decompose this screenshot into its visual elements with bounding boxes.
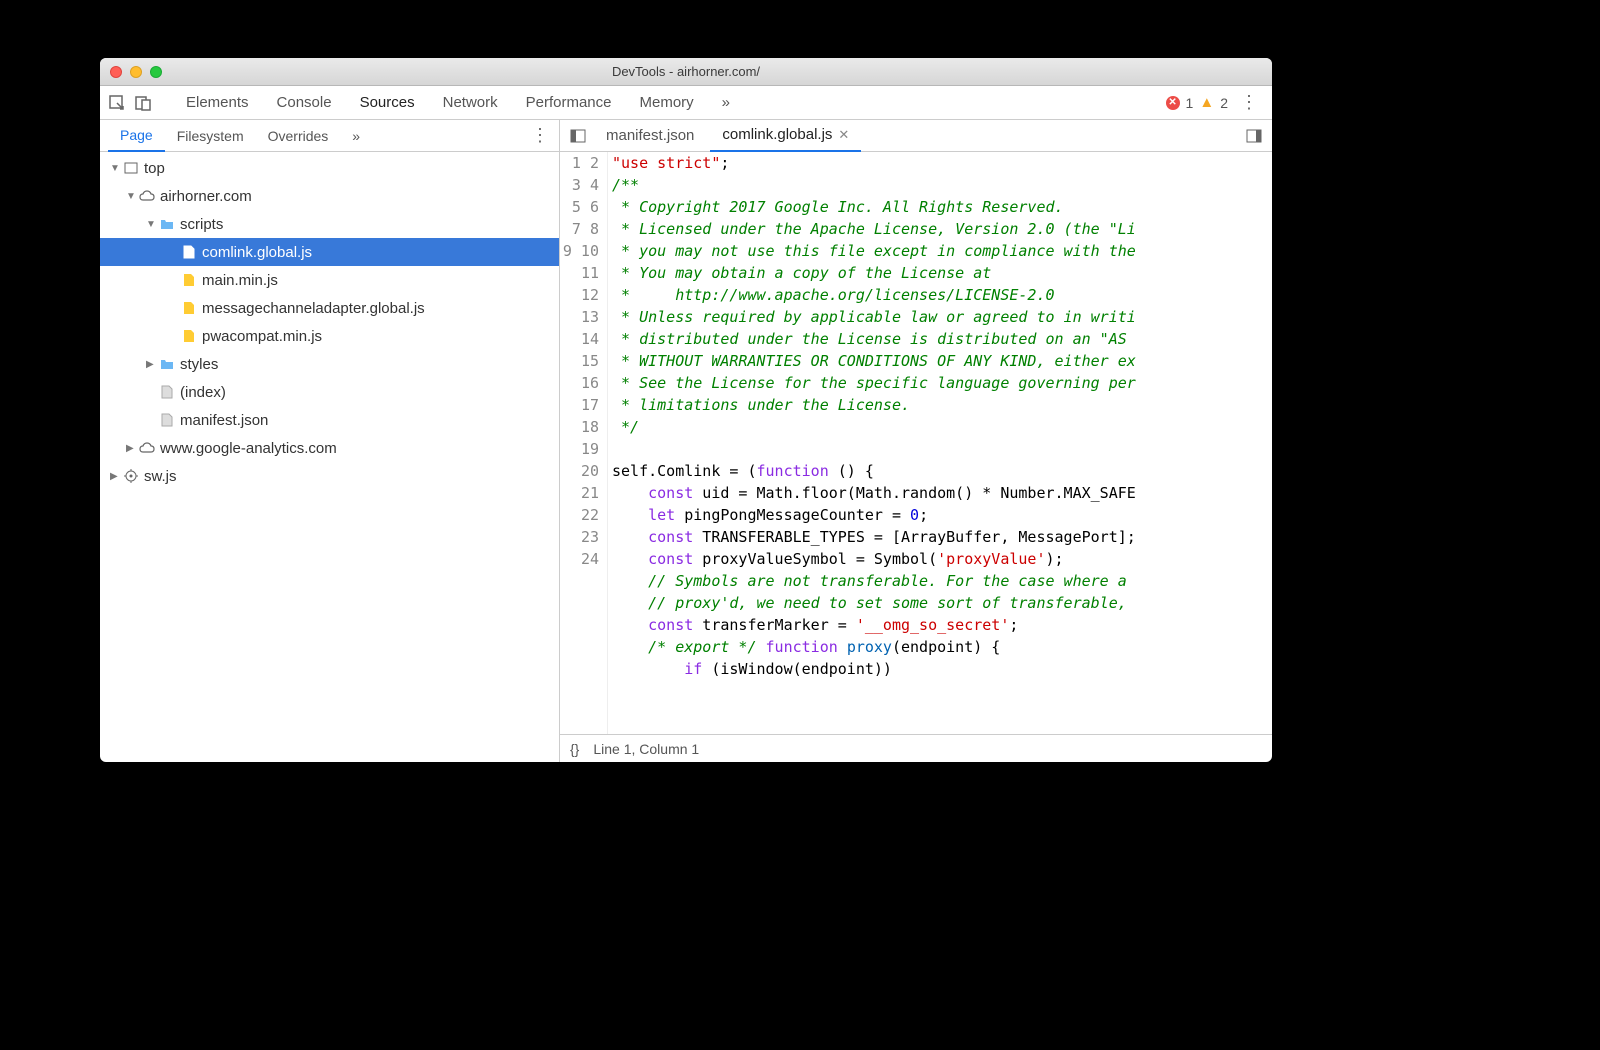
traffic-lights xyxy=(100,66,162,78)
sidebar-tabs: Page Filesystem Overrides » ⋮ xyxy=(100,120,559,152)
tab-sources[interactable]: Sources xyxy=(346,86,429,120)
tree-label: styles xyxy=(180,356,218,373)
zoom-button[interactable] xyxy=(150,66,162,78)
tree-label: manifest.json xyxy=(180,412,268,429)
folder-icon xyxy=(158,358,176,370)
file-tree: ▼top ▼airhorner.com ▼scripts comlink.glo… xyxy=(100,152,559,762)
tree-top[interactable]: ▼top xyxy=(100,154,559,182)
warning-count[interactable]: 2 xyxy=(1220,95,1228,111)
editor-tab-comlink[interactable]: comlink.global.js ✕ xyxy=(710,120,861,152)
tree-label: www.google-analytics.com xyxy=(160,440,337,457)
sidebar-tab-more[interactable]: » xyxy=(340,120,372,152)
tree-file-mainmin[interactable]: main.min.js xyxy=(100,266,559,294)
code-area[interactable]: 1 2 3 4 5 6 7 8 9 10 11 12 13 14 15 16 1… xyxy=(560,152,1272,734)
tree-ga-domain[interactable]: ▶www.google-analytics.com xyxy=(100,434,559,462)
editor: manifest.json comlink.global.js ✕ 1 2 3 4… xyxy=(560,120,1272,762)
folder-icon xyxy=(158,218,176,230)
error-count[interactable]: 1 xyxy=(1186,95,1194,111)
sidebar-tab-overrides[interactable]: Overrides xyxy=(256,120,341,152)
close-tab-icon[interactable]: ✕ xyxy=(838,127,849,143)
devtools-window: DevTools - airhorner.com/ Elements Conso… xyxy=(100,58,1272,762)
content-area: Page Filesystem Overrides » ⋮ ▼top ▼airh… xyxy=(100,120,1272,762)
titlebar: DevTools - airhorner.com/ xyxy=(100,58,1272,86)
cloud-icon xyxy=(138,190,156,202)
tree-label: scripts xyxy=(180,216,223,233)
editor-statusbar: {} Line 1, Column 1 xyxy=(560,734,1272,762)
window-title: DevTools - airhorner.com/ xyxy=(100,64,1272,79)
tree-label: messagechanneladapter.global.js xyxy=(202,300,425,317)
settings-menu-icon[interactable]: ⋮ xyxy=(1234,92,1264,113)
frame-icon xyxy=(122,161,140,175)
sidebar-tab-page[interactable]: Page xyxy=(108,120,165,152)
tab-performance[interactable]: Performance xyxy=(512,86,626,120)
show-debugger-icon[interactable] xyxy=(1242,124,1266,148)
tree-sw[interactable]: ▶sw.js xyxy=(100,462,559,490)
tree-label: sw.js xyxy=(144,468,177,485)
code-lines[interactable]: "use strict"; /** * Copyright 2017 Googl… xyxy=(608,152,1272,734)
line-gutter: 1 2 3 4 5 6 7 8 9 10 11 12 13 14 15 16 1… xyxy=(560,152,608,734)
tab-label: manifest.json xyxy=(606,127,694,144)
sidebar-menu-icon[interactable]: ⋮ xyxy=(521,125,559,146)
tree-scripts-folder[interactable]: ▼scripts xyxy=(100,210,559,238)
main-toolbar: Elements Console Sources Network Perform… xyxy=(100,86,1272,120)
device-icon[interactable] xyxy=(134,94,152,112)
status-indicators: ✕ 1 ▲ 2 ⋮ xyxy=(1166,92,1264,113)
file-icon xyxy=(180,245,198,259)
js-file-icon xyxy=(180,329,198,343)
tree-file-adapter[interactable]: messagechanneladapter.global.js xyxy=(100,294,559,322)
tree-file-index[interactable]: (index) xyxy=(100,378,559,406)
close-button[interactable] xyxy=(110,66,122,78)
tree-label: (index) xyxy=(180,384,226,401)
tree-label: pwacompat.min.js xyxy=(202,328,322,345)
sidebar: Page Filesystem Overrides » ⋮ ▼top ▼airh… xyxy=(100,120,560,762)
tab-memory[interactable]: Memory xyxy=(626,86,708,120)
warning-icon[interactable]: ▲ xyxy=(1199,94,1214,111)
tab-elements[interactable]: Elements xyxy=(172,86,263,120)
cloud-icon xyxy=(138,442,156,454)
tree-file-manifest[interactable]: manifest.json xyxy=(100,406,559,434)
tab-label: comlink.global.js xyxy=(722,126,832,143)
file-icon xyxy=(158,385,176,399)
cursor-position: Line 1, Column 1 xyxy=(593,741,699,757)
tree-file-pwacompat[interactable]: pwacompat.min.js xyxy=(100,322,559,350)
sidebar-tab-filesystem[interactable]: Filesystem xyxy=(165,120,256,152)
inspect-icon[interactable] xyxy=(108,94,126,112)
file-icon xyxy=(158,413,176,427)
tab-console[interactable]: Console xyxy=(263,86,346,120)
js-file-icon xyxy=(180,301,198,315)
tree-label: comlink.global.js xyxy=(202,244,312,261)
tree-label: main.min.js xyxy=(202,272,278,289)
js-file-icon xyxy=(180,273,198,287)
tree-styles-folder[interactable]: ▶styles xyxy=(100,350,559,378)
service-worker-icon xyxy=(122,469,140,483)
editor-tabs: manifest.json comlink.global.js ✕ xyxy=(560,120,1272,152)
tree-label: airhorner.com xyxy=(160,188,252,205)
show-navigator-icon[interactable] xyxy=(566,124,590,148)
tree-file-comlink[interactable]: comlink.global.js xyxy=(100,238,559,266)
tree-domain[interactable]: ▼airhorner.com xyxy=(100,182,559,210)
tab-network[interactable]: Network xyxy=(429,86,512,120)
panel-tabs: Elements Console Sources Network Perform… xyxy=(172,86,744,120)
editor-tab-manifest[interactable]: manifest.json xyxy=(594,120,706,152)
tree-label: top xyxy=(144,160,165,177)
error-icon[interactable]: ✕ xyxy=(1166,96,1180,110)
pretty-print-icon[interactable]: {} xyxy=(570,741,579,757)
minimize-button[interactable] xyxy=(130,66,142,78)
tab-more[interactable]: » xyxy=(708,86,744,120)
